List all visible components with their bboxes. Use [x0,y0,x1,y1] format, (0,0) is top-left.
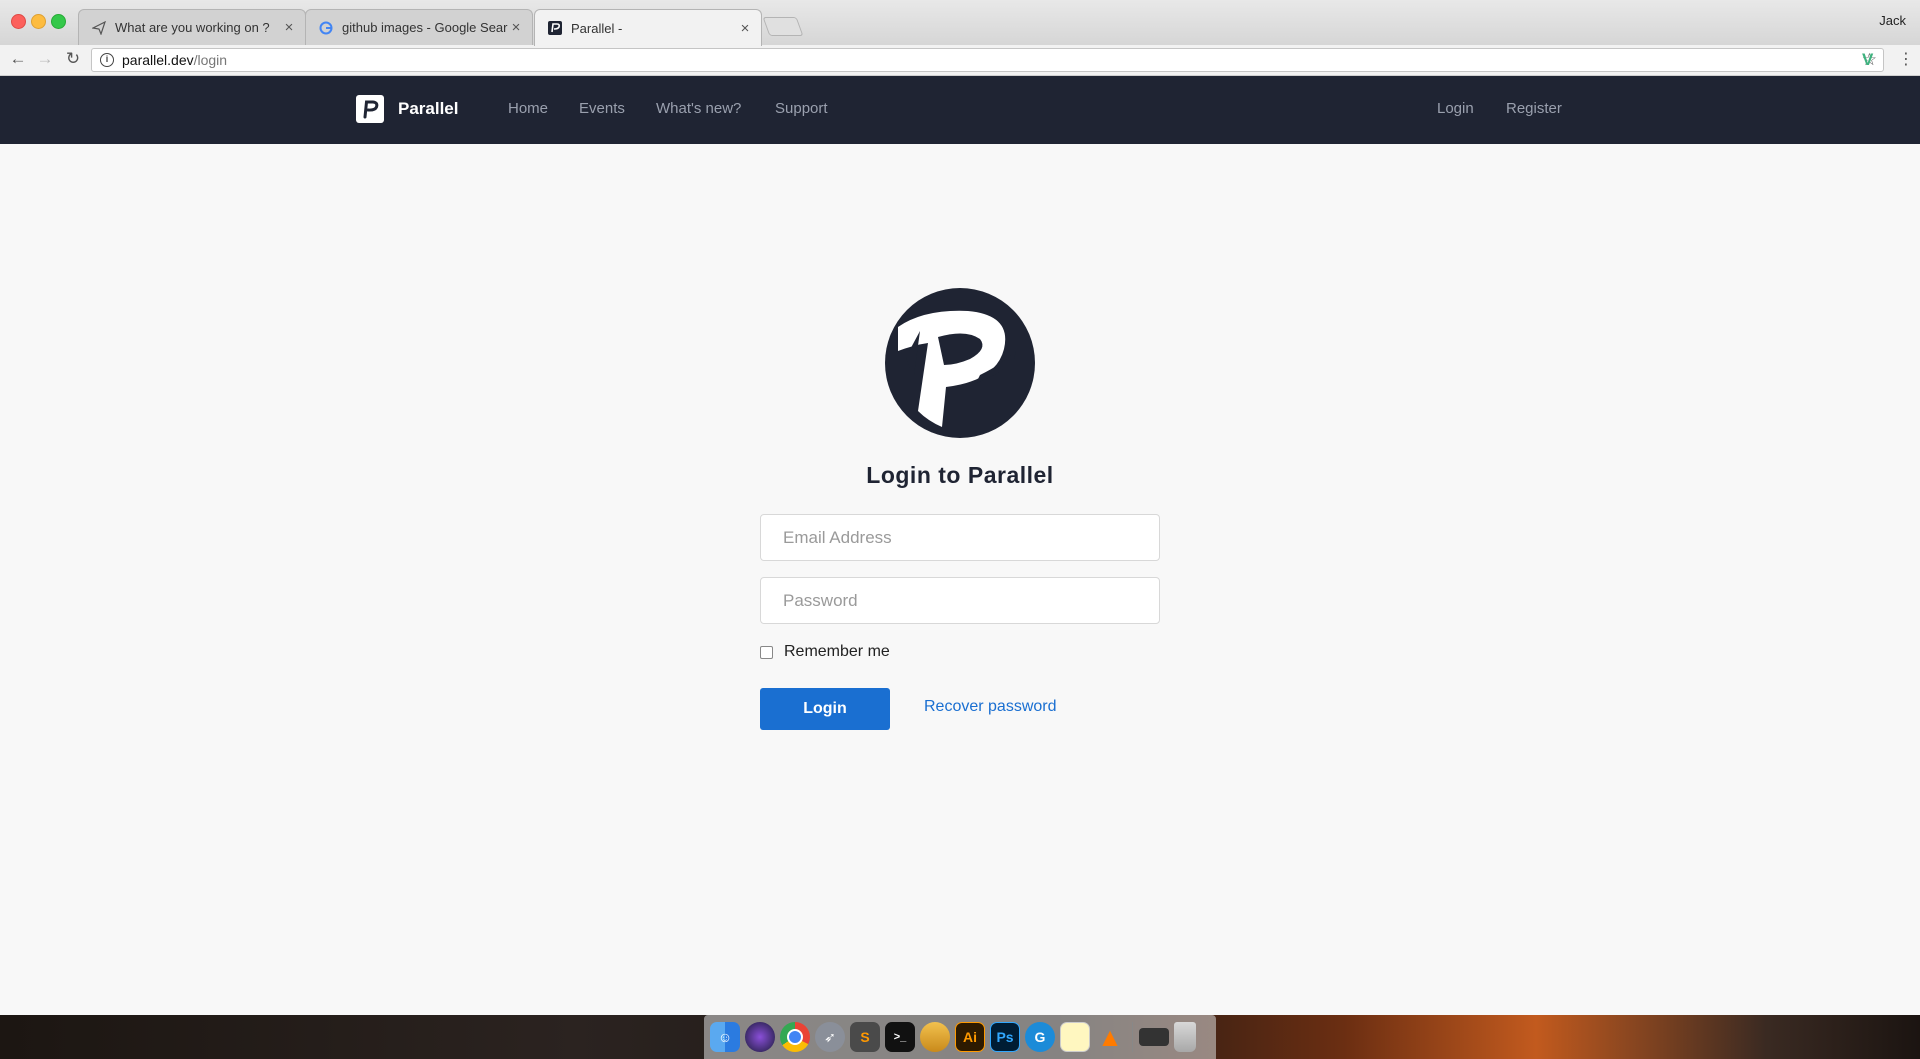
finder-icon[interactable]: ☺ [710,1022,740,1052]
tab-title: github images - Google Search [342,20,508,35]
remember-me[interactable]: Remember me [760,643,890,661]
sequel-pro-icon[interactable] [920,1022,950,1052]
browser-tab-bar: What are you working on ? × github image… [0,0,1920,46]
remember-me-label: Remember me [784,643,890,660]
nav-whats-new[interactable]: What's new? [656,100,741,117]
url-host: parallel.dev [122,52,194,68]
minimize-window-button[interactable] [31,14,46,29]
brand-name: Parallel [398,99,459,118]
sublime-icon[interactable]: S [850,1022,880,1052]
browser-toolbar: ← → ↻ i parallel.dev/login ☆ V ⋮ [0,45,1920,76]
back-arrow-icon[interactable]: ← [8,49,28,69]
notes-icon[interactable] [1060,1022,1090,1052]
nav-support[interactable]: Support [775,100,828,117]
paper-plane-icon [91,20,107,36]
recover-password-link[interactable]: Recover password [924,698,1057,716]
vlc-icon[interactable]: ▲ [1095,1022,1125,1052]
nav-events[interactable]: Events [579,100,625,117]
parallel-large-logo-icon [885,288,1035,438]
login-title: Login to Parallel [866,462,1054,488]
tab-github-images[interactable]: github images - Google Search × [305,9,533,45]
url-path: /login [193,52,228,68]
siri-icon[interactable] [745,1022,775,1052]
tab-close-icon[interactable]: × [281,19,297,36]
tab-close-icon[interactable]: × [737,20,753,37]
nav-home[interactable]: Home [508,100,548,117]
forward-arrow-icon[interactable]: → [35,49,55,69]
reload-icon[interactable]: ↻ [63,49,83,69]
chrome-icon[interactable] [780,1022,810,1052]
tab-close-icon[interactable]: × [508,19,524,36]
tab-what-are-you-working-on[interactable]: What are you working on ? × [78,9,306,45]
keyboard-icon[interactable] [1139,1028,1169,1046]
close-window-button[interactable] [11,14,26,29]
tab-title: Parallel - [571,20,623,36]
remember-me-checkbox[interactable] [760,645,773,659]
macos-dock: ☺ ➶ S >_ Ai Ps G ▲ [704,1015,1216,1059]
google-icon [318,20,334,36]
trash-icon[interactable] [1174,1022,1196,1052]
terminal-icon[interactable]: >_ [885,1022,915,1052]
site-navbar: Parallel Home Events What's new? Support… [0,76,1920,144]
address-bar[interactable]: i parallel.dev/login ☆ [91,48,1884,72]
maximize-window-button[interactable] [51,14,66,29]
password-field[interactable] [760,577,1160,624]
login-button[interactable]: Login [760,688,890,730]
grammarly-icon[interactable]: G [1025,1022,1055,1052]
login-page: Login to Parallel Remember me Login Reco… [0,144,1920,1015]
browser-menu-icon[interactable]: ⋮ [1898,49,1914,69]
tab-parallel[interactable]: Parallel - × [534,9,762,46]
site-info-icon[interactable]: i [100,53,114,67]
nav-register[interactable]: Register [1506,100,1562,117]
illustrator-icon[interactable]: Ai [955,1022,985,1052]
browser-profile-name[interactable]: Jack [1879,13,1906,28]
brand[interactable]: Parallel [356,95,459,123]
email-field[interactable] [760,514,1160,561]
parallel-logo-icon [356,95,384,123]
launchpad-icon[interactable]: ➶ [815,1022,845,1052]
tab-title: What are you working on ? [115,20,270,35]
vue-devtools-icon[interactable]: V [1862,50,1873,70]
photoshop-icon[interactable]: Ps [990,1022,1020,1052]
dock-separator [1132,1022,1133,1052]
parallel-icon [547,20,563,36]
nav-login[interactable]: Login [1437,100,1474,117]
new-tab-button[interactable] [762,17,804,36]
